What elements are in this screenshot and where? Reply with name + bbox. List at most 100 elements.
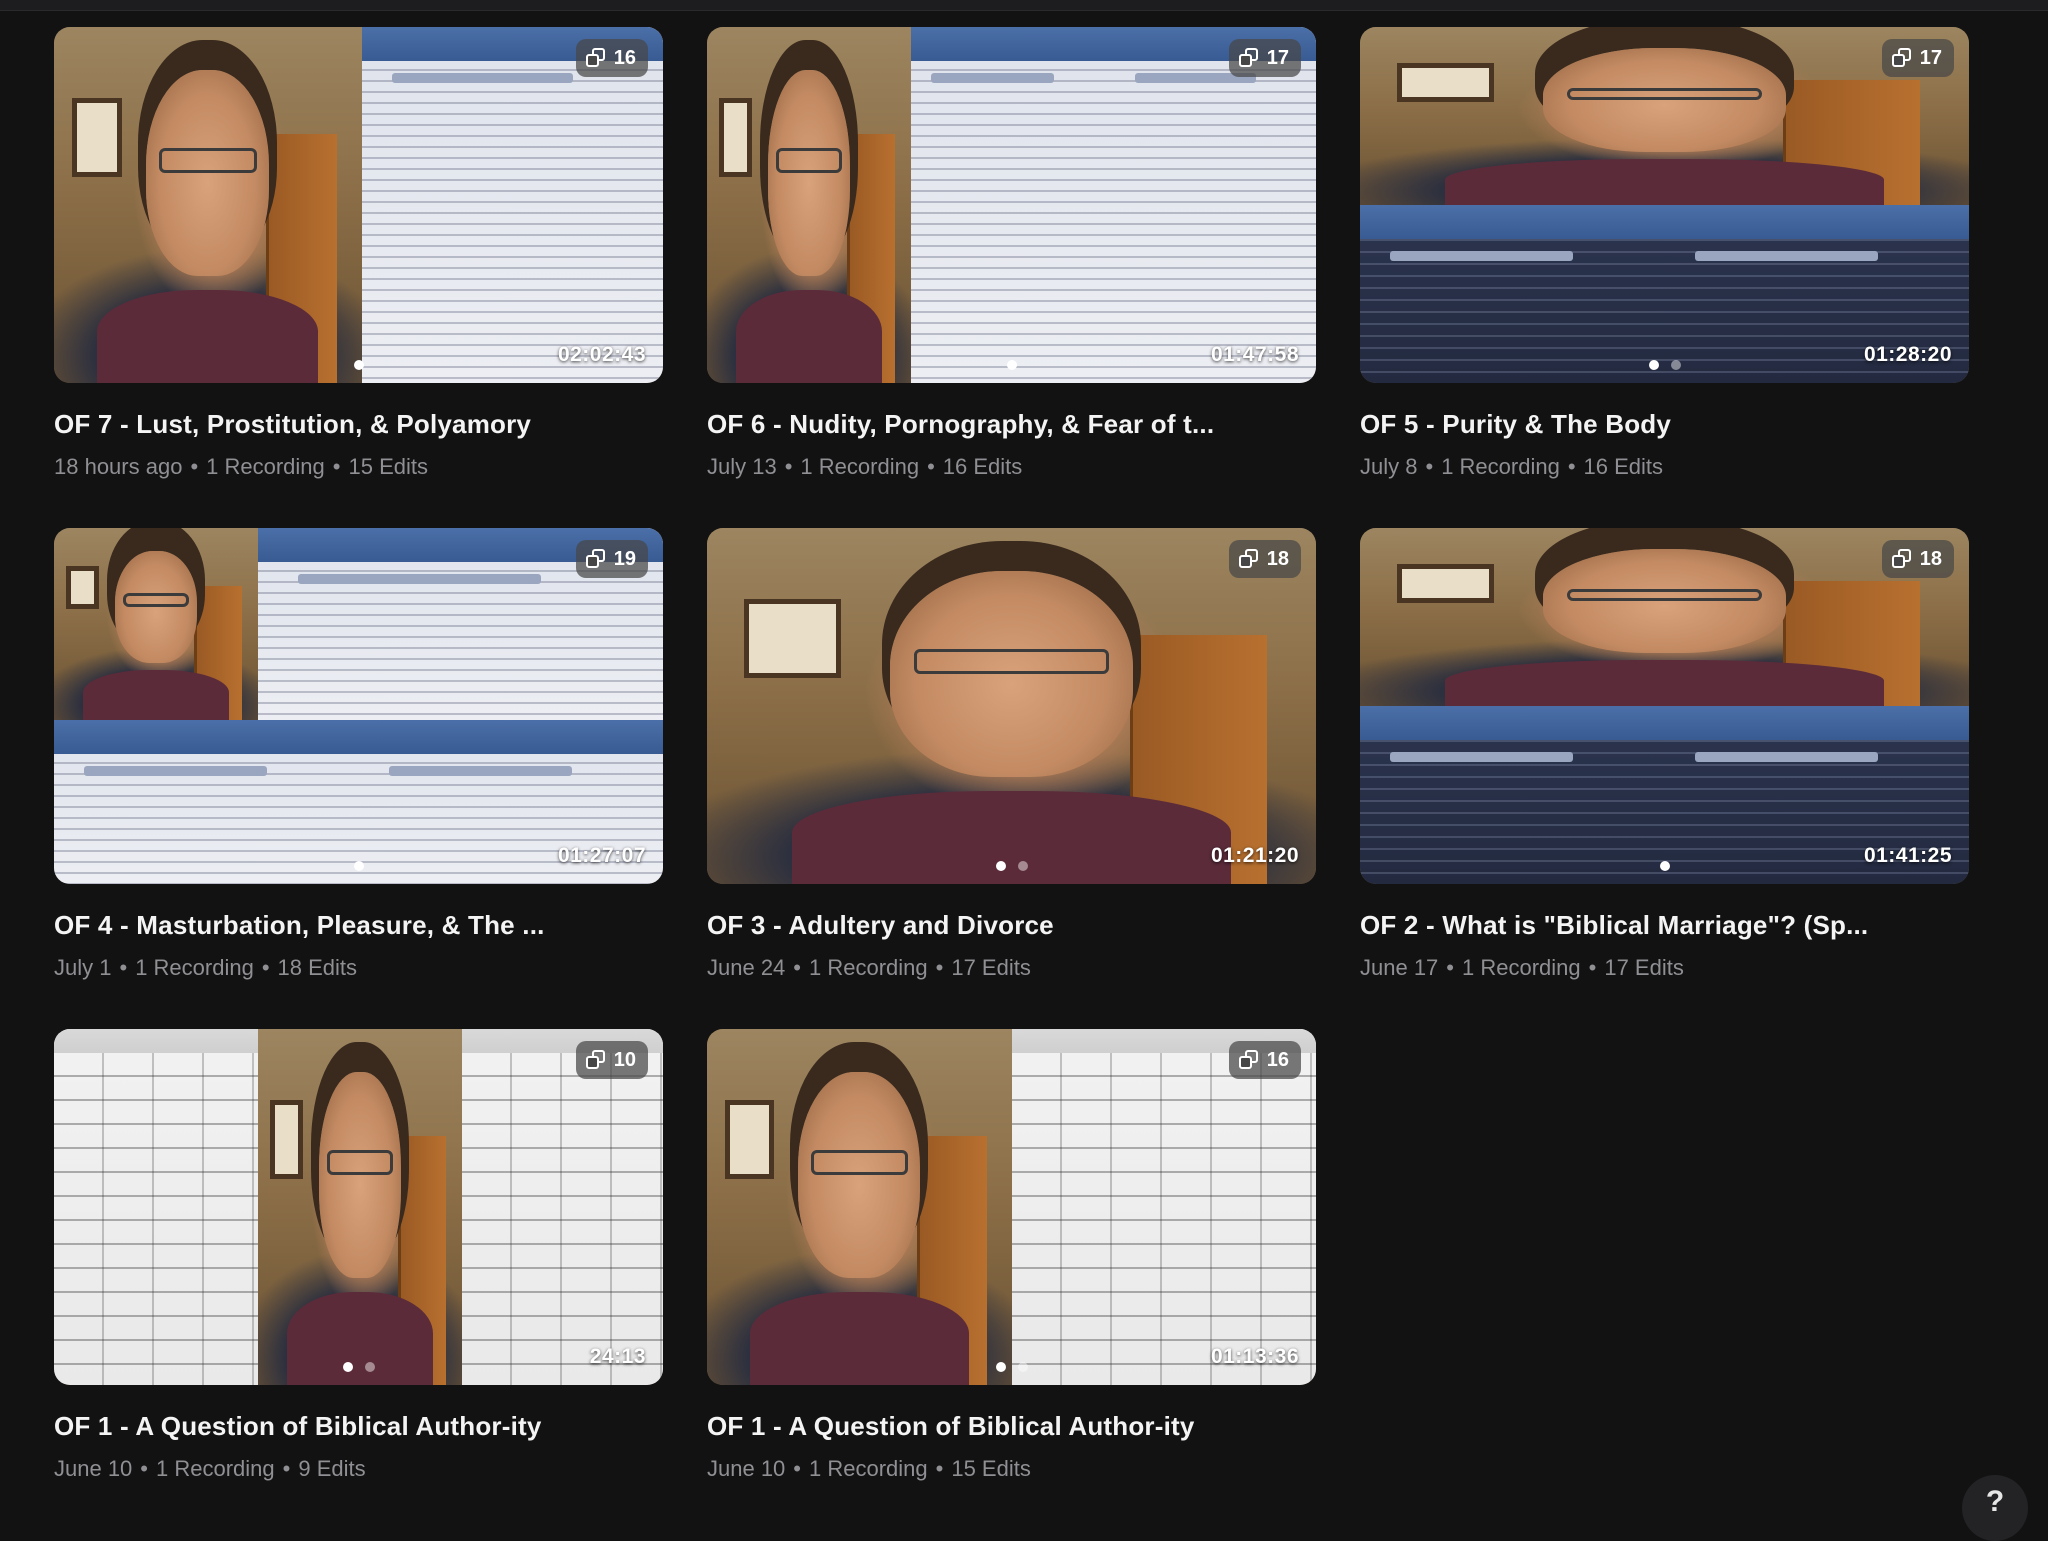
edit-count: 17 Edits <box>951 955 1031 981</box>
webcam-frame <box>707 528 1316 884</box>
duration-label: 01:28:20 <box>1864 343 1952 367</box>
recording-card[interactable]: 1701:28:20OF 5 - Purity & The BodyJuly 8… <box>1360 27 1969 528</box>
stacked-copies-icon <box>586 48 606 68</box>
recording-card[interactable]: 16 01:13:36 OF 1 - A Question of Biblical … <box>707 1029 1316 1530</box>
recording-card[interactable]: 1901:27:07 OF 4 - Masturbation, Pleasure,… <box>54 528 663 1029</box>
meta-separator: • <box>1446 955 1454 981</box>
recording-title[interactable]: OF 2 - What is "Biblical Marriage"? (Sp.… <box>1360 910 1969 941</box>
recording-meta: 18 hours ago•1 Recording•15 Edits <box>54 454 663 480</box>
video-thumbnail[interactable]: 1701:28:20 <box>1360 27 1969 383</box>
video-thumbnail[interactable]: 1801:21:20 <box>707 528 1316 884</box>
carousel-dots[interactable] <box>1007 360 1017 370</box>
recording-count: 1 Recording <box>800 454 919 480</box>
recording-title[interactable]: OF 3 - Adultery and Divorce <box>707 910 1316 941</box>
meta-separator: • <box>785 454 793 480</box>
screen-share-frame <box>362 27 663 383</box>
edit-count: 18 Edits <box>278 955 358 981</box>
clip-count: 18 <box>1920 548 1942 571</box>
carousel-dot[interactable] <box>354 360 364 370</box>
recording-card[interactable]: 1701:47:58 OF 6 - Nudity, Pornography, & … <box>707 27 1316 528</box>
edit-count: 15 Edits <box>348 454 428 480</box>
recording-title[interactable]: OF 7 - Lust, Prostitution, & Polyamory <box>54 409 663 440</box>
carousel-dots[interactable] <box>996 1362 1028 1372</box>
recording-count: 1 Recording <box>135 955 254 981</box>
meta-separator: • <box>1425 454 1433 480</box>
recording-meta: June 17•1 Recording•17 Edits <box>1360 955 1969 981</box>
recordings-grid: 1602:02:43 OF 7 - Lust, Prostitution, & P… <box>54 27 1970 1530</box>
carousel-dot[interactable] <box>1671 360 1681 370</box>
clip-count-badge: 16 <box>1229 1041 1301 1079</box>
screen-share-frame <box>911 27 1115 383</box>
clip-count: 16 <box>614 47 636 70</box>
video-thumbnail[interactable]: 1901:27:07 <box>54 528 663 884</box>
recording-count: 1 Recording <box>156 1456 275 1482</box>
recording-meta: June 10•1 Recording•9 Edits <box>54 1456 663 1482</box>
screen-share-frame <box>1012 1029 1317 1385</box>
edit-count: 16 Edits <box>1584 454 1664 480</box>
screen-share-frame <box>462 1029 663 1385</box>
recording-date: June 24 <box>707 955 785 981</box>
meta-separator: • <box>936 1456 944 1482</box>
recording-date: July 13 <box>707 454 777 480</box>
duration-label: 24:13 <box>590 1345 646 1369</box>
meta-separator: • <box>333 454 341 480</box>
carousel-dot[interactable] <box>343 1362 353 1372</box>
help-button[interactable]: ? <box>1962 1475 2028 1541</box>
clip-count-badge: 17 <box>1229 39 1301 77</box>
video-thumbnail[interactable]: 16 01:13:36 <box>707 1029 1316 1385</box>
recording-title[interactable]: OF 1 - A Question of Biblical Author-ity <box>54 1411 663 1442</box>
recording-card[interactable]: 1602:02:43 OF 7 - Lust, Prostitution, & P… <box>54 27 663 528</box>
screen-share-frame <box>1360 205 1665 383</box>
stacked-copies-icon <box>1239 48 1259 68</box>
video-thumbnail[interactable]: 1602:02:43 <box>54 27 663 383</box>
carousel-dots[interactable] <box>354 861 364 871</box>
recording-date: July 1 <box>54 955 111 981</box>
carousel-dot[interactable] <box>996 1362 1006 1372</box>
meta-separator: • <box>793 1456 801 1482</box>
carousel-dots[interactable] <box>1649 360 1681 370</box>
recording-card[interactable]: 10 24:13 OF 1 - A Question of Biblical Aut… <box>54 1029 663 1530</box>
clip-count-badge: 18 <box>1229 540 1301 578</box>
video-thumbnail[interactable]: 10 24:13 <box>54 1029 663 1385</box>
duration-label: 01:13:36 <box>1211 1345 1299 1369</box>
stacked-copies-icon <box>1239 549 1259 569</box>
carousel-dot[interactable] <box>996 861 1006 871</box>
video-thumbnail[interactable]: 1801:41:25 <box>1360 528 1969 884</box>
recording-date: 18 hours ago <box>54 454 182 480</box>
clip-count: 19 <box>614 548 636 571</box>
recording-card[interactable]: 1801:21:20 OF 3 - Adultery and Divorce Jun… <box>707 528 1316 1029</box>
carousel-dot[interactable] <box>1018 861 1028 871</box>
carousel-dots[interactable] <box>343 1362 375 1372</box>
screen-share-frame <box>1115 27 1316 383</box>
recording-title[interactable]: OF 6 - Nudity, Pornography, & Fear of t.… <box>707 409 1316 440</box>
recording-title[interactable]: OF 5 - Purity & The Body <box>1360 409 1969 440</box>
carousel-dot[interactable] <box>1649 360 1659 370</box>
recording-title[interactable]: OF 1 - A Question of Biblical Author-ity <box>707 1411 1316 1442</box>
carousel-dot[interactable] <box>365 1362 375 1372</box>
recording-date: June 10 <box>54 1456 132 1482</box>
recording-meta: June 10•1 Recording•15 Edits <box>707 1456 1316 1482</box>
recording-title[interactable]: OF 4 - Masturbation, Pleasure, & The ... <box>54 910 663 941</box>
recording-count: 1 Recording <box>206 454 325 480</box>
screen-share-frame <box>54 720 359 884</box>
screen-share-frame <box>1360 706 1665 884</box>
meta-separator: • <box>793 955 801 981</box>
carousel-dot[interactable] <box>354 861 364 871</box>
carousel-dot[interactable] <box>1007 360 1017 370</box>
webcam-frame <box>707 1029 1012 1385</box>
carousel-dot[interactable] <box>1018 1362 1028 1372</box>
carousel-dots[interactable] <box>354 360 364 370</box>
stacked-copies-icon <box>586 1050 606 1070</box>
recording-card[interactable]: 1801:41:25 OF 2 - What is "Biblical Marri… <box>1360 528 1969 1029</box>
carousel-dot[interactable] <box>1660 861 1670 871</box>
carousel-dots[interactable] <box>1660 861 1670 871</box>
edit-count: 15 Edits <box>951 1456 1031 1482</box>
clip-count-badge: 18 <box>1882 540 1954 578</box>
recording-date: June 10 <box>707 1456 785 1482</box>
recording-meta: July 8•1 Recording•16 Edits <box>1360 454 1969 480</box>
video-thumbnail[interactable]: 1701:47:58 <box>707 27 1316 383</box>
carousel-dots[interactable] <box>996 861 1028 871</box>
clip-count: 17 <box>1267 47 1289 70</box>
clip-count-badge: 10 <box>576 1041 648 1079</box>
webcam-frame <box>54 27 362 383</box>
